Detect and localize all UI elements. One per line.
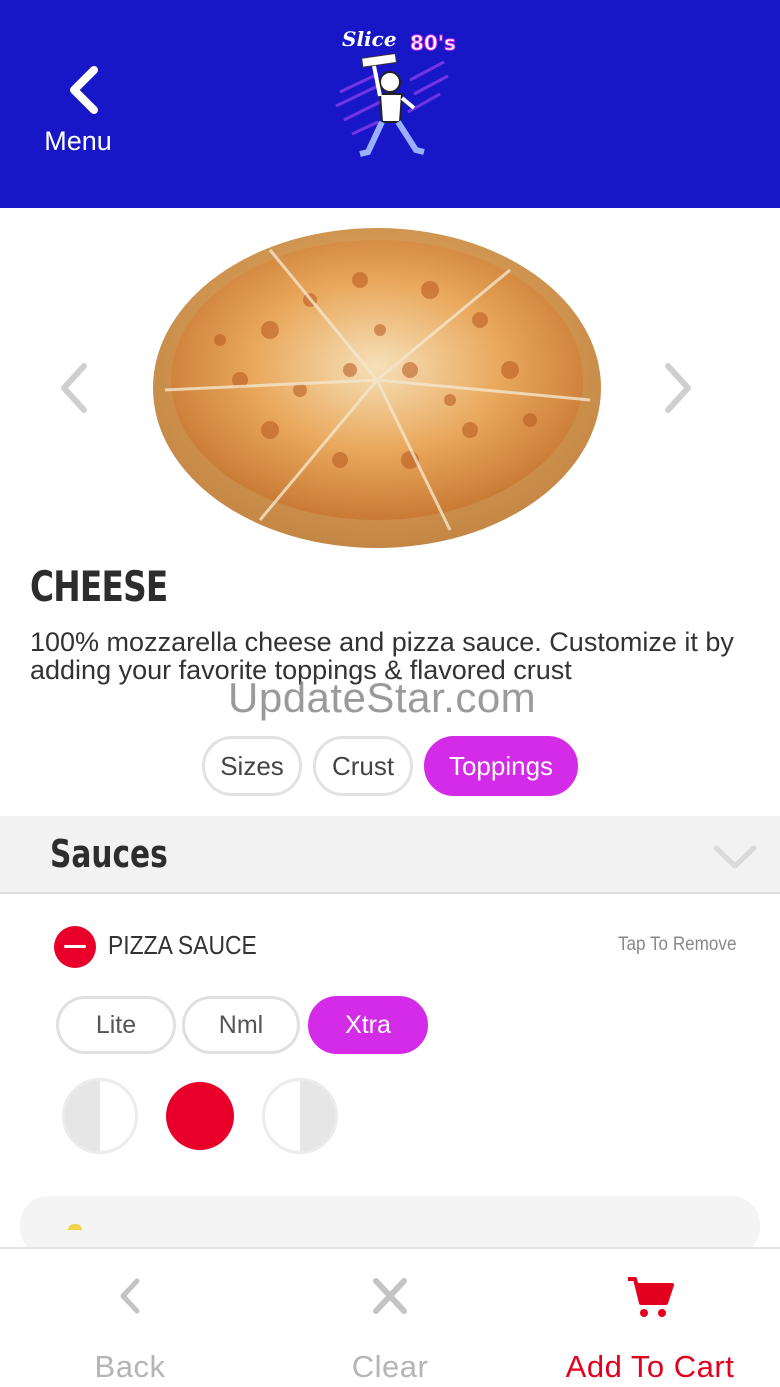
- chevron-left-icon: [70, 66, 98, 114]
- sauces-section-header[interactable]: Sauces: [0, 816, 780, 894]
- chevron-right-icon[interactable]: [658, 358, 698, 418]
- topping-name: PIZZA SAUCE: [108, 930, 257, 960]
- product-title: CHEESE: [30, 562, 168, 611]
- topping-indicator: [68, 1224, 82, 1230]
- bottom-action-bar: Back Clear Add To Cart: [0, 1247, 780, 1387]
- tap-to-remove-link[interactable]: Tap To Remove: [618, 934, 737, 956]
- chevron-left-icon: [120, 1278, 140, 1314]
- watermark: UpdateStar.com: [228, 674, 537, 721]
- cheese-pizza-image: [153, 228, 601, 548]
- remove-topping-button[interactable]: [54, 926, 96, 968]
- placement-whole-button[interactable]: [166, 1082, 234, 1150]
- brand-logo: Slice 80's: [335, 27, 456, 157]
- add-to-cart-label: Add To Cart: [565, 1349, 735, 1384]
- add-to-cart-button[interactable]: Add To Cart: [540, 1249, 760, 1387]
- tab-toppings[interactable]: Toppings: [424, 736, 578, 796]
- clear-label: Clear: [351, 1349, 429, 1384]
- tab-sizes[interactable]: Sizes: [202, 736, 302, 796]
- chevron-left-icon[interactable]: [54, 358, 94, 418]
- amount-extra-button[interactable]: Xtra: [308, 996, 428, 1054]
- back-label: Back: [94, 1349, 166, 1384]
- clear-button[interactable]: Clear: [320, 1249, 460, 1387]
- back-button[interactable]: Back: [60, 1249, 200, 1387]
- svg-text:80's: 80's: [410, 31, 456, 55]
- close-icon: [373, 1278, 407, 1314]
- app-header: Menu Slice 80's: [0, 0, 780, 208]
- amount-normal-button[interactable]: Nml: [182, 996, 300, 1054]
- svg-text:Slice: Slice: [342, 27, 397, 51]
- product-gallery: [0, 208, 780, 558]
- placement-right-half-button[interactable]: [262, 1078, 338, 1154]
- tab-crust[interactable]: Crust: [313, 736, 413, 796]
- section-title: Sauces: [50, 832, 168, 876]
- placement-left-half-button[interactable]: [62, 1078, 138, 1154]
- amount-lite-button[interactable]: Lite: [56, 996, 176, 1054]
- menu-back-button[interactable]: Menu: [30, 60, 130, 170]
- cart-icon: [628, 1277, 674, 1317]
- menu-label: Menu: [44, 126, 112, 156]
- chevron-down-icon: [713, 845, 757, 869]
